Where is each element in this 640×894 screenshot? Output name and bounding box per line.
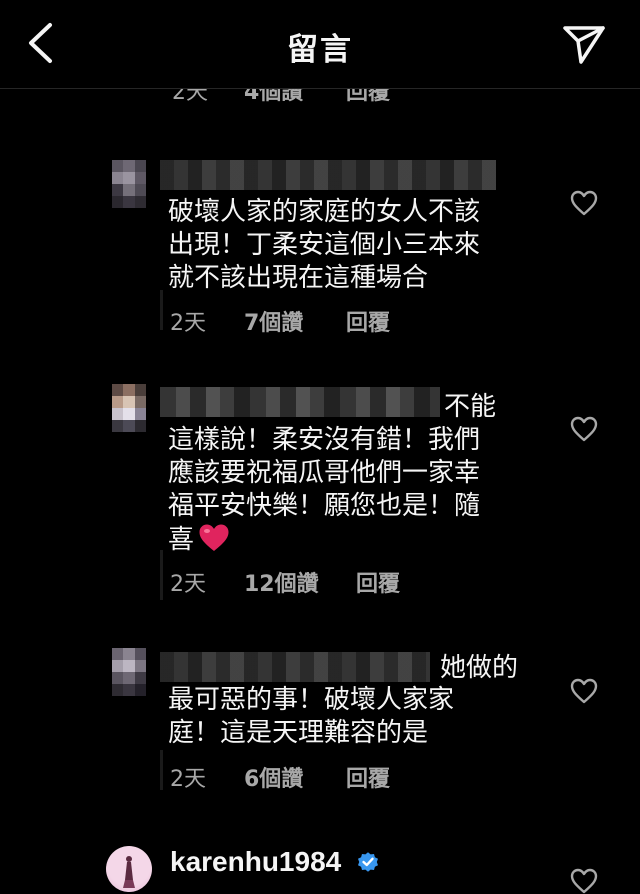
avatar[interactable]: [106, 846, 152, 892]
comment-text-line: 最可惡的事！破壞人家家: [168, 685, 455, 715]
comment-text-line-end: 喜: [168, 525, 195, 555]
heart-outline-icon[interactable]: [570, 868, 598, 894]
comment-text-line: 這樣說！柔安沒有錯！我們: [168, 425, 481, 455]
comment-text: 最可惡的事！破壞人家家 庭！這是天理難容的是: [168, 684, 538, 750]
comment-text: 破壞人家的家庭的女人不該 出現！丁柔安這個小三本來 就不該出現在這種場合: [168, 196, 538, 295]
avatar[interactable]: [112, 648, 146, 696]
heart-outline-icon[interactable]: [570, 190, 598, 216]
avatar-figure-icon: [123, 856, 135, 888]
comment-likes[interactable]: 6個讚: [244, 761, 303, 793]
username-blurred[interactable]: [160, 387, 440, 417]
heart-outline-icon[interactable]: [570, 416, 598, 442]
thread-line: [160, 290, 163, 330]
thread-line: [160, 750, 163, 790]
comment-likes[interactable]: 7個讚: [244, 305, 303, 337]
username-blurred[interactable]: [160, 652, 430, 682]
comment-time: 2天: [170, 311, 206, 336]
page-title: 留言: [287, 32, 353, 68]
comment-text-start: 不能: [444, 392, 497, 422]
reply-button[interactable]: 回覆: [346, 761, 390, 793]
send-button[interactable]: [560, 22, 608, 66]
comment-text-line: 應該要祝福瓜哥他們一家幸: [168, 458, 481, 488]
thread-line: [160, 550, 163, 600]
comment-text-start: 她做的: [440, 653, 519, 683]
comment-time: 2天: [170, 572, 206, 597]
comment-text-line: 出現！丁柔安這個小三本來: [168, 230, 481, 260]
avatar[interactable]: [112, 160, 146, 208]
username-blurred[interactable]: [160, 160, 496, 190]
heart-outline-icon[interactable]: [570, 678, 598, 704]
avatar[interactable]: [112, 384, 146, 432]
comment-text-line: 破壞人家的家庭的女人不該: [168, 197, 481, 227]
reply-button[interactable]: 回覆: [356, 566, 400, 598]
comment-text-line: 喜: [168, 523, 538, 557]
red-heart-emoji-icon: [199, 524, 229, 551]
send-icon: [563, 26, 605, 64]
reply-button[interactable]: 回覆: [346, 305, 390, 337]
comment-text-line: 福平安快樂！願您也是！隨: [168, 491, 481, 521]
comment-text-line: 庭！這是天理難容的是: [168, 718, 429, 748]
comment-time: 2天: [170, 767, 206, 792]
comment-likes[interactable]: 12個讚: [244, 566, 319, 598]
header-bar: 留言: [0, 0, 640, 89]
comment-text: 這樣說！柔安沒有錯！我們 應該要祝福瓜哥他們一家幸 福平安快樂！願您也是！隨 喜: [168, 424, 538, 557]
comment-item-partial: karenhu1984: [0, 838, 640, 894]
verified-badge-icon: [358, 852, 378, 872]
comment-username[interactable]: karenhu1984: [170, 846, 341, 878]
comment-text-line: 就不該出現在這種場合: [168, 263, 429, 293]
